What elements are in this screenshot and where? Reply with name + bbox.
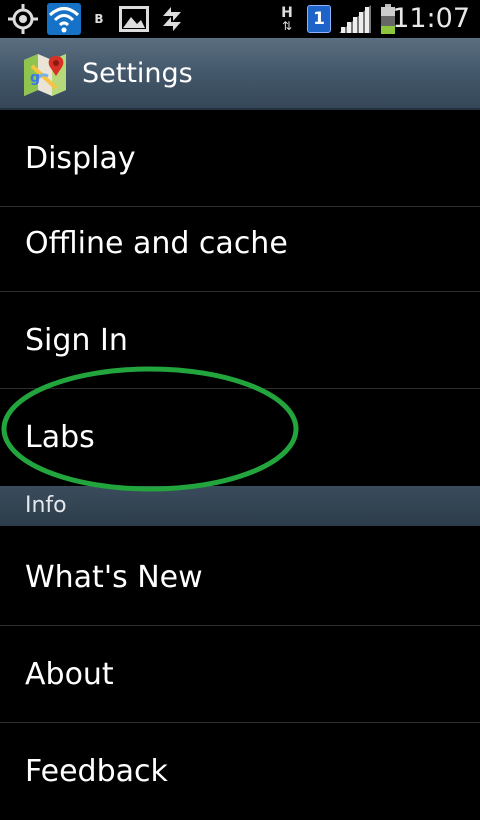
gps-icon bbox=[6, 0, 40, 38]
list-item-label: Feedback bbox=[25, 754, 168, 789]
sync-icon bbox=[158, 0, 186, 38]
list-item-whats-new[interactable]: What's New bbox=[0, 529, 480, 626]
h-data-icon: H ⇅ bbox=[276, 0, 298, 38]
section-label: Info bbox=[25, 493, 67, 518]
list-item-offline-and-cache[interactable]: Offline and cache bbox=[0, 195, 480, 292]
list-item-feedback[interactable]: Feedback bbox=[0, 723, 480, 820]
list-item-label: Display bbox=[25, 141, 136, 176]
image-icon bbox=[118, 0, 150, 38]
notification-count: 1 bbox=[307, 5, 331, 33]
list-item-labs[interactable]: Labs bbox=[0, 389, 480, 486]
clock: 11:07 bbox=[392, 3, 470, 34]
h-label: H bbox=[281, 5, 293, 21]
section-header-info: Info bbox=[0, 486, 480, 526]
list-item-label: Labs bbox=[25, 420, 95, 455]
wifi-icon bbox=[46, 0, 82, 38]
b-indicator-icon: B bbox=[94, 12, 104, 26]
page-title: Settings bbox=[82, 58, 193, 89]
signal-icon bbox=[338, 0, 372, 38]
svg-text:g: g bbox=[30, 70, 40, 86]
list-item-about[interactable]: About bbox=[0, 626, 480, 723]
list-item-label: What's New bbox=[25, 560, 203, 595]
list-item-label: About bbox=[25, 657, 114, 692]
list-item-display[interactable]: Display bbox=[0, 110, 480, 207]
notification-badge-icon: 1 bbox=[306, 0, 332, 38]
list-item-label: Sign In bbox=[25, 323, 128, 358]
status-bar: B H ⇅ 1 11:07 bbox=[0, 0, 480, 38]
maps-app-icon[interactable]: g bbox=[22, 52, 68, 96]
list-item-label: Offline and cache bbox=[25, 226, 288, 261]
action-bar: g Settings bbox=[0, 38, 480, 110]
arrows-icon: ⇅ bbox=[281, 19, 293, 33]
list-item-sign-in[interactable]: Sign In bbox=[0, 292, 480, 389]
